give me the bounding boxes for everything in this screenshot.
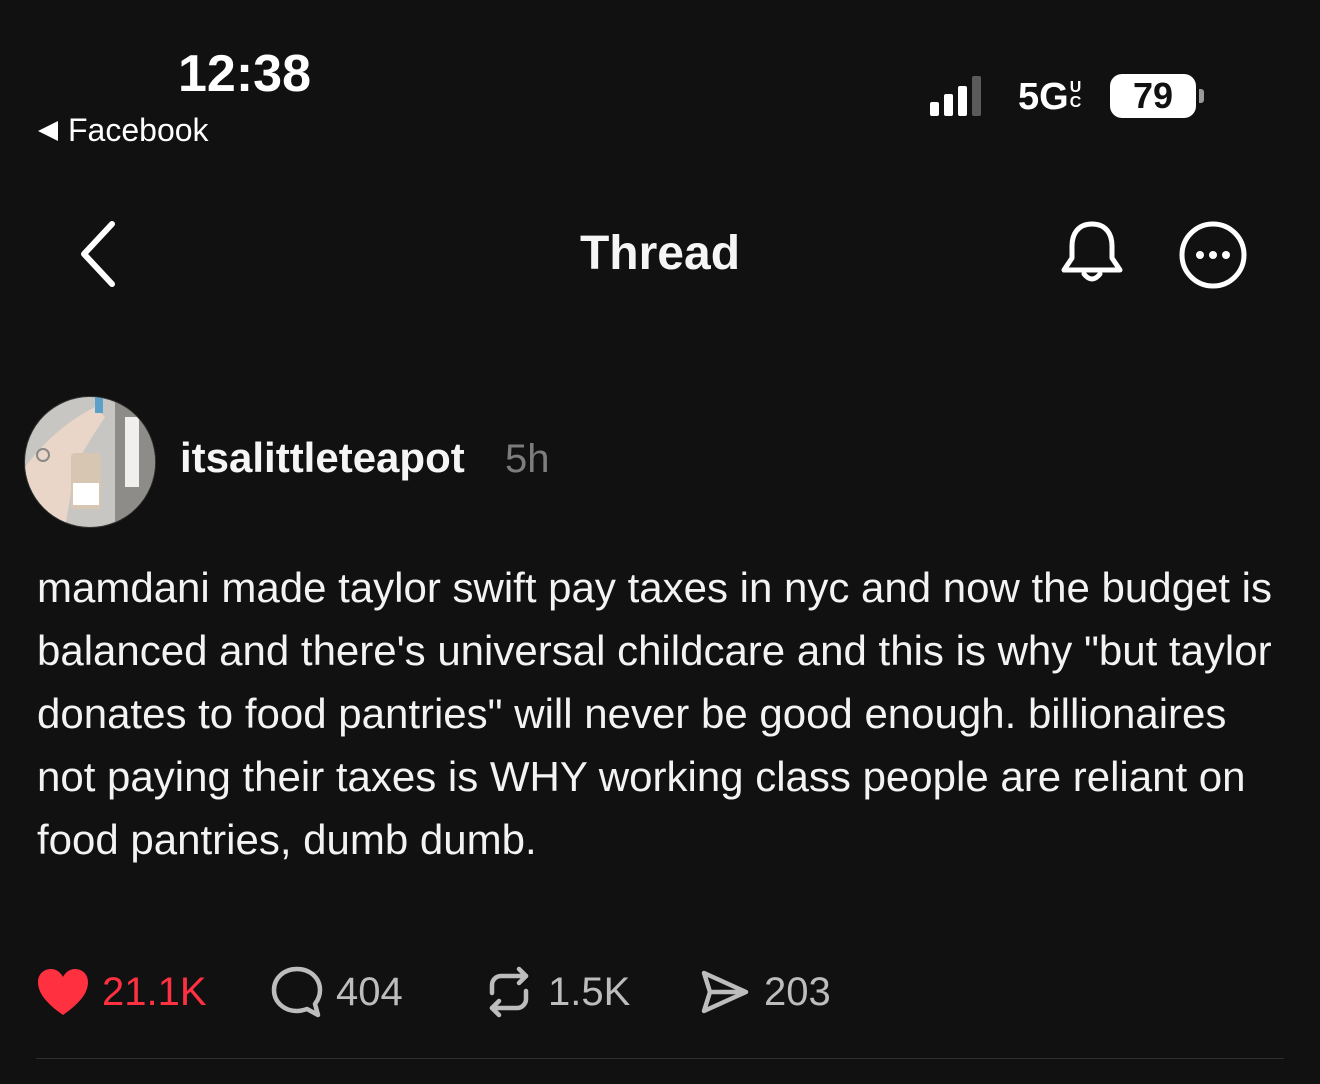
post-text: mamdani made taylor swift pay taxes in n… (37, 564, 1272, 863)
back-app-label: Facebook (68, 112, 209, 148)
status-time: 12:38 (178, 45, 311, 103)
share-icon (701, 970, 749, 1014)
repost-button[interactable]: 1.5K (482, 962, 630, 1022)
comment-button[interactable]: 404 (270, 962, 403, 1022)
network-carrier-badge: U C (1069, 79, 1082, 111)
comment-icon (271, 966, 323, 1018)
repost-icon (489, 966, 529, 1018)
share-count: 203 (764, 969, 831, 1014)
signal-icon (930, 76, 981, 116)
network-sup-top: U (1069, 79, 1082, 96)
network-indicator: 5G U C (1018, 76, 1081, 119)
thread-screen: 12:38 Facebook 5G U C 79 Thread itsalitt… (0, 0, 1320, 1084)
heart-icon (38, 969, 88, 1015)
network-type: 5G (1018, 76, 1069, 118)
avatar-photo (25, 397, 155, 527)
like-count: 21.1K (102, 969, 207, 1014)
back-to-app-link[interactable]: Facebook (38, 112, 209, 149)
post-time: 5h (505, 437, 550, 481)
like-button[interactable]: 21.1K (36, 962, 207, 1022)
post-username[interactable]: itsalittleteapot (180, 434, 465, 482)
network-sup-bottom: C (1069, 94, 1082, 111)
comment-count: 404 (336, 969, 403, 1014)
repost-count: 1.5K (548, 969, 631, 1014)
back-triangle-icon (38, 120, 58, 141)
battery-indicator: 79 (1110, 74, 1196, 118)
notifications-button[interactable] (1058, 216, 1126, 288)
avatar[interactable] (24, 396, 156, 528)
battery-tip (1199, 89, 1204, 103)
bell-icon (1061, 221, 1123, 282)
battery-level: 79 (1132, 75, 1174, 116)
more-icon (1179, 221, 1247, 289)
share-button[interactable]: 203 (698, 962, 831, 1022)
post-divider (36, 1058, 1284, 1059)
more-options-button[interactable] (1176, 218, 1250, 292)
